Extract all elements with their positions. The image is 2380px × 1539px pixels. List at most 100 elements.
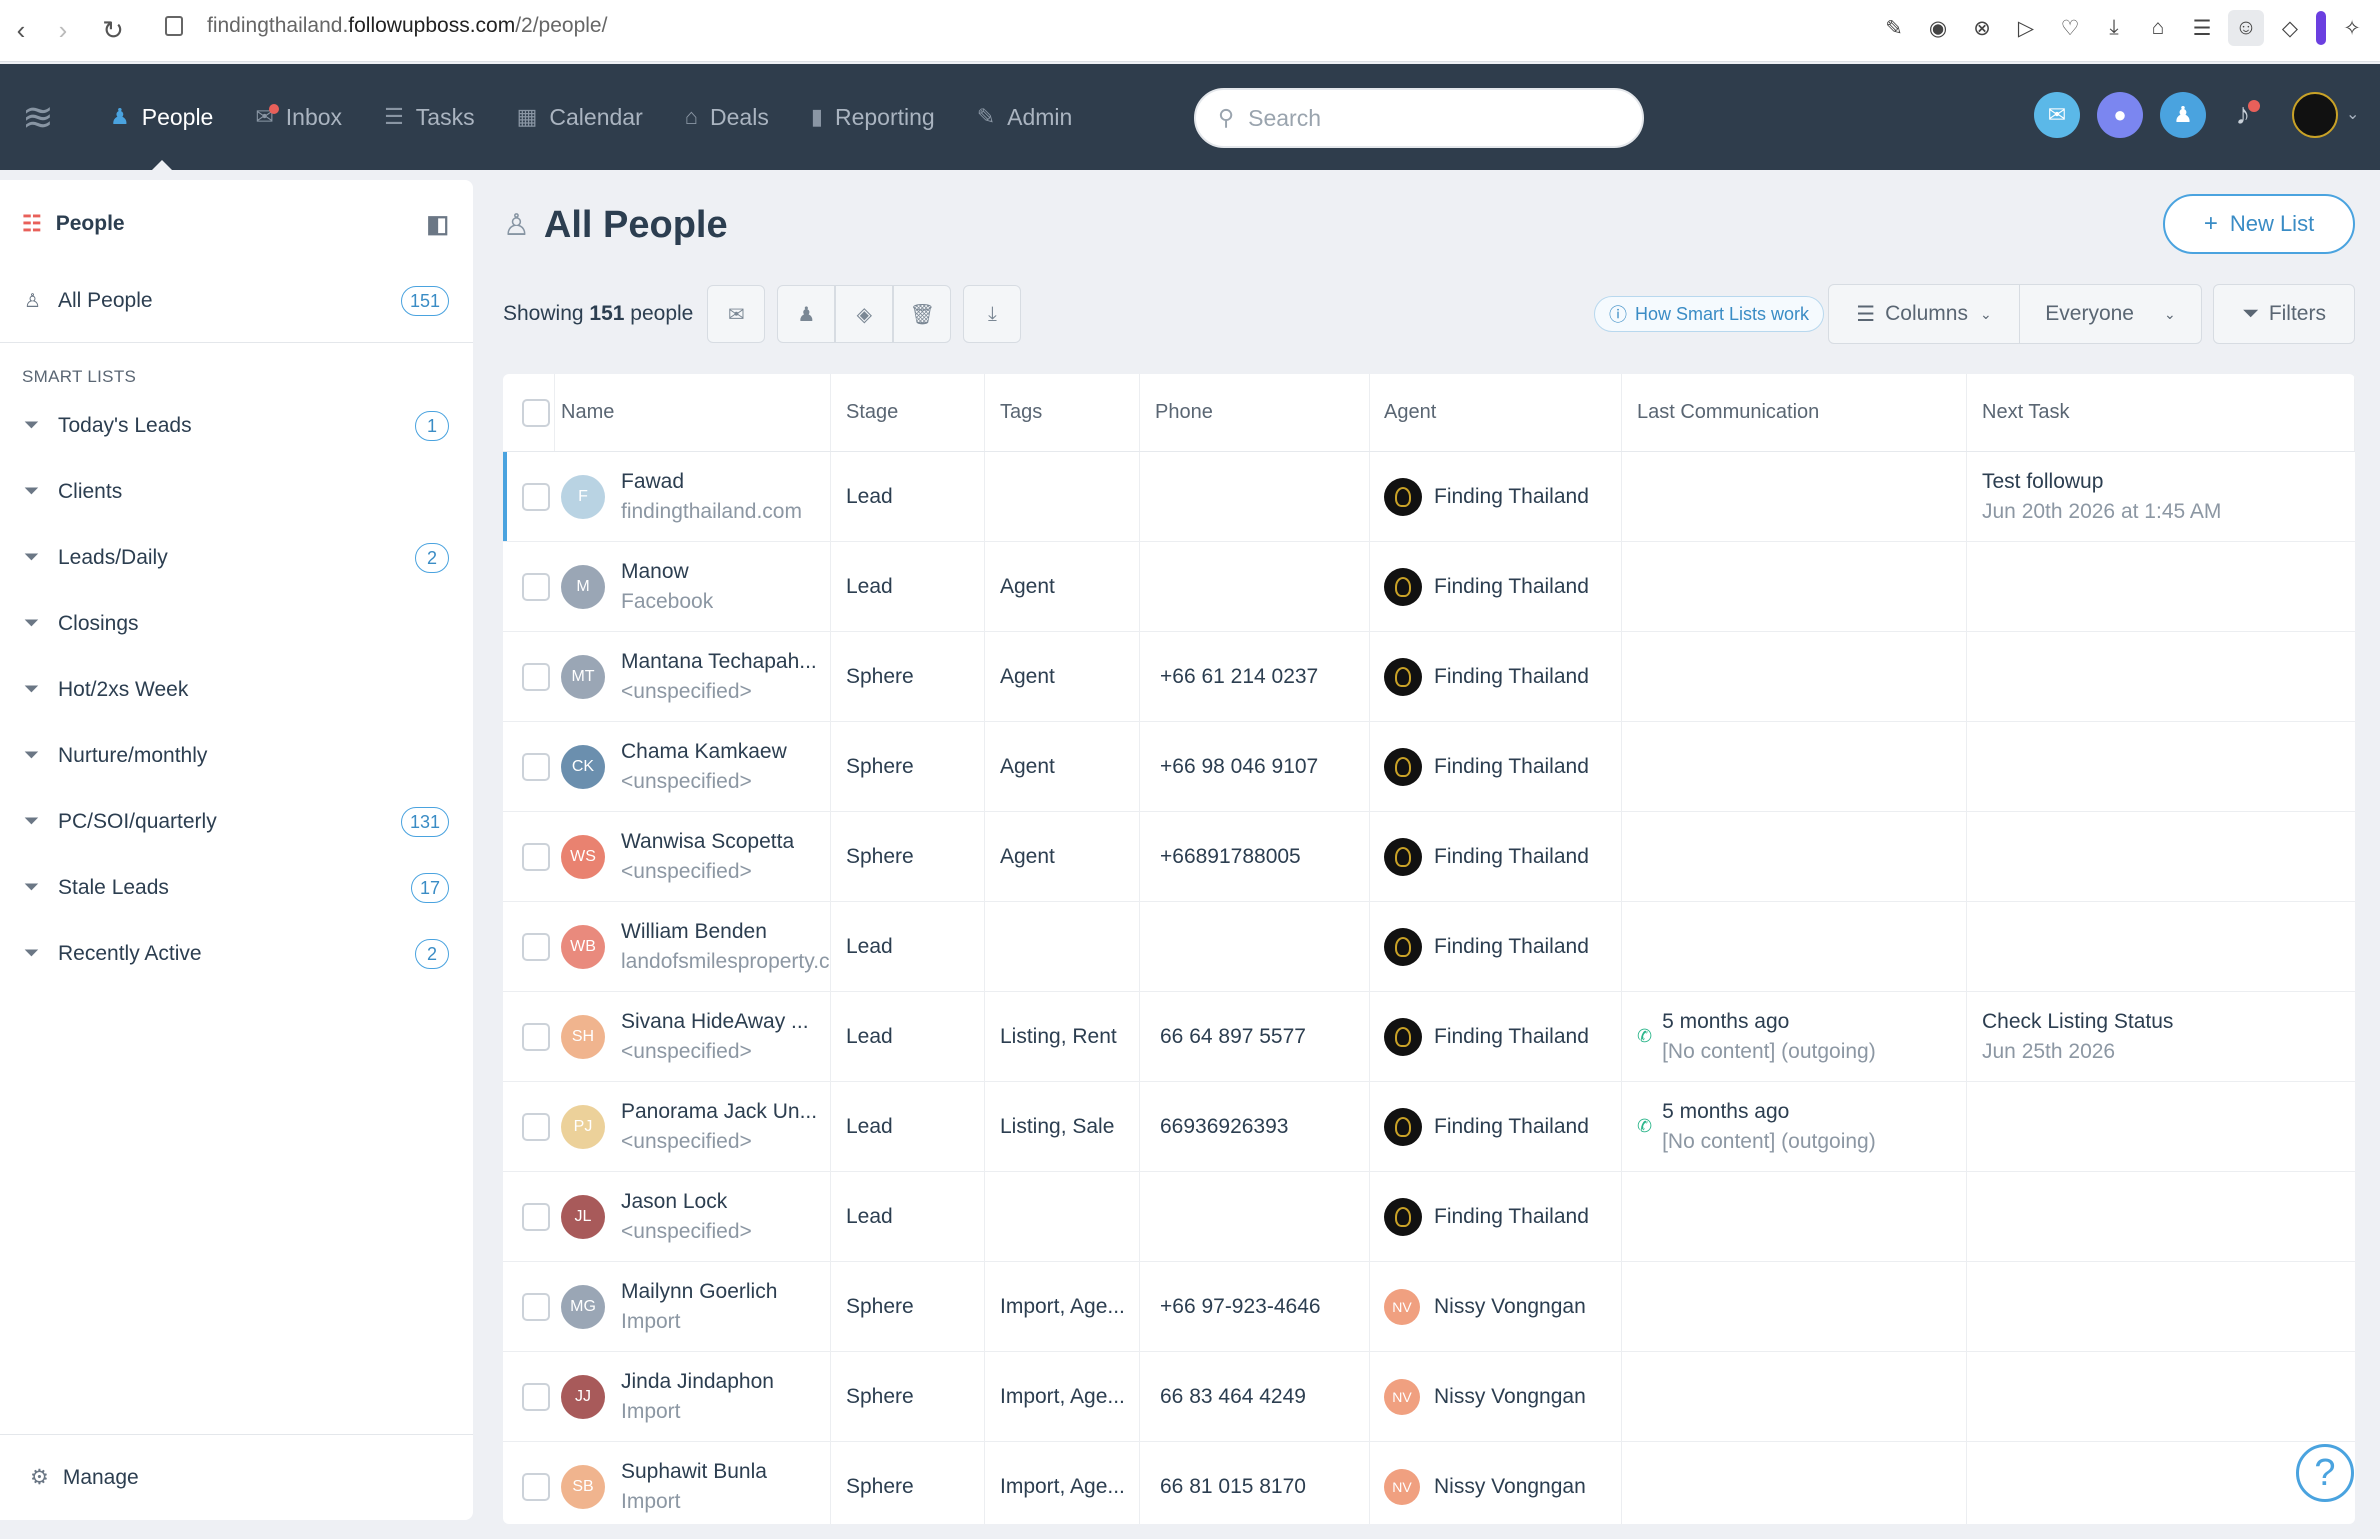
row-checkbox[interactable] <box>522 1472 550 1501</box>
table-row[interactable]: PJ Panorama Jack Un... <unspecified> Lead Li… <box>503 1082 2355 1172</box>
name-cell[interactable]: JL Jason Lock <unspecified> <box>555 1172 831 1261</box>
name-cell[interactable]: WS Wanwisa Scopetta <unspecified> <box>555 812 831 901</box>
address-bar[interactable]: findingthailand. followupboss.com/2/peopl… <box>165 14 607 38</box>
table-row[interactable]: F Fawad findingthailand.com Lead Finding Tha… <box>503 452 2355 542</box>
avatar-chevron-icon[interactable]: ⌄ <box>2346 104 2359 124</box>
sidebar-item-pc-soi-quarterly[interactable]: ⏷ PC/SOI/quarterly 131 <box>0 789 473 855</box>
phone-cell[interactable]: +66 98 046 9107 <box>1140 722 1370 811</box>
play-icon[interactable]: ▷ <box>2008 10 2044 46</box>
row-checkbox[interactable] <box>522 1202 550 1231</box>
tags-cell[interactable]: Agent <box>985 542 1140 631</box>
phone-cell[interactable]: +66891788005 <box>1140 812 1370 901</box>
row-checkbox[interactable] <box>522 1382 550 1411</box>
tags-cell[interactable]: Import, Age... <box>985 1352 1140 1441</box>
sidebar-item-clients[interactable]: ⏷ Clients <box>0 459 473 525</box>
delete-action-button[interactable]: 🗑 <box>893 285 952 343</box>
column-header-agent[interactable]: Agent <box>1370 374 1622 451</box>
table-row[interactable]: WS Wanwisa Scopetta <unspecified> Sphere Age… <box>503 812 2355 902</box>
person-name[interactable]: Mailynn Goerlich <box>621 1277 777 1307</box>
back-icon[interactable]: ‹ <box>0 10 42 52</box>
tags-cell[interactable] <box>985 452 1140 541</box>
agent-cell[interactable]: Finding Thailand <box>1370 632 1622 721</box>
reload-icon[interactable]: ↻ <box>92 10 134 52</box>
filters-button[interactable]: ⏷ Filters <box>2213 284 2355 344</box>
row-checkbox[interactable] <box>522 1112 550 1141</box>
list-icon[interactable]: ☰ <box>2184 10 2220 46</box>
agent-cell[interactable]: Finding Thailand <box>1370 902 1622 991</box>
table-row[interactable]: SB Suphawit Bunla Import Sphere Import, Age.… <box>503 1442 2355 1524</box>
tag-icon[interactable]: ⌂ <box>2140 10 2176 46</box>
agent-cell[interactable]: Finding Thailand <box>1370 992 1622 1081</box>
agent-cell[interactable]: Finding Thailand <box>1370 1082 1622 1171</box>
column-header-last-communication[interactable]: Last Communication <box>1622 374 1967 451</box>
agent-cell[interactable]: Finding Thailand <box>1370 812 1622 901</box>
stage-cell[interactable]: Lead <box>831 992 985 1081</box>
stage-cell[interactable]: Lead <box>831 1082 985 1171</box>
row-checkbox[interactable] <box>522 842 550 871</box>
person-name[interactable]: Jason Lock <box>621 1187 752 1217</box>
stage-cell[interactable]: Sphere <box>831 812 985 901</box>
person-name[interactable]: Manow <box>621 557 713 587</box>
table-row[interactable]: WB William Benden landofsmilesproperty.c Le… <box>503 902 2355 992</box>
tags-cell[interactable] <box>985 1172 1140 1261</box>
stage-cell[interactable]: Lead <box>831 1172 985 1261</box>
manage-button[interactable]: ⚙ Manage <box>0 1434 473 1520</box>
table-row[interactable]: CK Chama Kamkaew <unspecified> Sphere Agent +… <box>503 722 2355 812</box>
stage-cell[interactable]: Sphere <box>831 1442 985 1524</box>
nav-inbox[interactable]: ✉ Inbox <box>255 64 342 170</box>
table-row[interactable]: JJ Jinda Jindaphon Import Sphere Import, Age… <box>503 1352 2355 1442</box>
column-header-name[interactable]: Name <box>555 374 831 451</box>
row-checkbox[interactable] <box>522 932 550 961</box>
chat-circle-icon[interactable]: ● <box>2097 92 2143 138</box>
app-logo-icon[interactable]: ≋ <box>22 95 82 140</box>
phone-cell[interactable]: 66 83 464 4249 <box>1140 1352 1370 1441</box>
agent-cell[interactable]: Finding Thailand <box>1370 542 1622 631</box>
add-contact-circle-icon[interactable]: ♟ <box>2160 92 2206 138</box>
phone-cell[interactable]: 66 81 015 8170 <box>1140 1442 1370 1524</box>
profile-icon[interactable]: ☺ <box>2228 10 2264 46</box>
column-header-stage[interactable]: Stage <box>831 374 985 451</box>
select-all-checkbox[interactable] <box>521 398 550 427</box>
phone-cell[interactable]: 66 64 897 5577 <box>1140 992 1370 1081</box>
person-name[interactable]: Panorama Jack Un... <box>621 1097 817 1127</box>
column-header-tags[interactable]: Tags <box>985 374 1140 451</box>
search-input[interactable] <box>1248 104 1609 132</box>
nav-people[interactable]: ♟ People <box>110 64 213 170</box>
stage-cell[interactable]: Lead <box>831 452 985 541</box>
phone-cell[interactable]: +66 61 214 0237 <box>1140 632 1370 721</box>
table-row[interactable]: MG Mailynn Goerlich Import Sphere Import, Ag… <box>503 1262 2355 1352</box>
stage-cell[interactable]: Sphere <box>831 722 985 811</box>
row-checkbox[interactable] <box>522 482 550 511</box>
person-name[interactable]: William Benden <box>621 917 830 947</box>
agent-cell[interactable]: Finding Thailand <box>1370 1172 1622 1261</box>
heart-icon[interactable]: ♡ <box>2052 10 2088 46</box>
name-cell[interactable]: SB Suphawit Bunla Import <box>555 1442 831 1524</box>
sidebar-item-stale-leads[interactable]: ⏷ Stale Leads 17 <box>0 855 473 921</box>
tag-action-button[interactable]: ◈ <box>835 285 894 343</box>
tags-cell[interactable] <box>985 902 1140 991</box>
nav-deals[interactable]: ⌂ Deals <box>685 64 769 170</box>
email-action-button[interactable]: ✉ <box>707 285 766 343</box>
name-cell[interactable]: F Fawad findingthailand.com <box>555 452 831 541</box>
stage-cell[interactable]: Sphere <box>831 632 985 721</box>
person-name[interactable]: Chama Kamkaew <box>621 737 787 767</box>
columns-button[interactable]: ☰ Columns ⌄ <box>1828 284 2020 344</box>
sidebar-item-hot-2xs-week[interactable]: ⏷ Hot/2xs Week <box>0 657 473 723</box>
bell-icon[interactable]: ♪ <box>2220 92 2266 138</box>
nav-tasks[interactable]: ☰ Tasks <box>384 64 475 170</box>
row-checkbox[interactable] <box>522 1292 550 1321</box>
row-checkbox[interactable] <box>522 572 550 601</box>
name-cell[interactable]: CK Chama Kamkaew <unspecified> <box>555 722 831 811</box>
assign-action-button[interactable]: ♟ <box>777 285 836 343</box>
camera-icon[interactable]: ◉ <box>1920 10 1956 46</box>
help-button[interactable]: ? <box>2296 1444 2354 1502</box>
sidebar-item-closings[interactable]: ⏷ Closings <box>0 591 473 657</box>
agent-cell[interactable]: NV Nissy Vongngan <box>1370 1442 1622 1524</box>
email-circle-icon[interactable]: ✉ <box>2034 92 2080 138</box>
new-list-button[interactable]: + New List <box>2163 194 2355 254</box>
phone-cell[interactable] <box>1140 452 1370 541</box>
user-avatar[interactable] <box>2292 92 2338 138</box>
nav-reporting[interactable]: ▮ Reporting <box>811 64 935 170</box>
phone-cell[interactable] <box>1140 1172 1370 1261</box>
table-row[interactable]: M Manow Facebook Lead Agent Finding Thailand <box>503 542 2355 632</box>
